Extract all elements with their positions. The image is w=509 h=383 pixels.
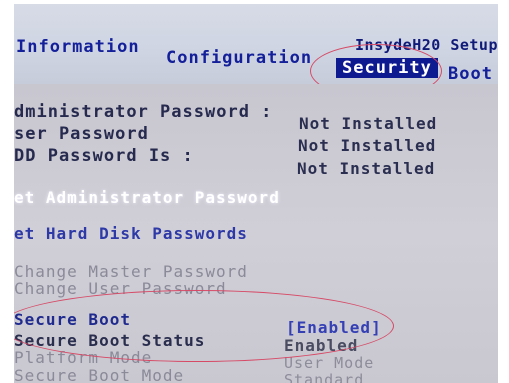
secure-boot-mode-label: Secure Boot Mode xyxy=(14,366,185,383)
platform-mode-value: User Mode xyxy=(284,354,375,372)
user-password-label: ser Password xyxy=(14,124,149,144)
set-admin-password-item[interactable]: et Administrator Password xyxy=(14,188,280,207)
bios-brand: InsydeH20 Setup xyxy=(355,36,498,54)
hdd-password-label: DD Password Is : xyxy=(14,146,194,166)
admin-password-label: dministrator Password : xyxy=(14,102,273,122)
tab-information[interactable]: Information xyxy=(16,37,140,57)
secure-boot-item[interactable]: Secure Boot xyxy=(14,310,131,329)
secure-boot-status-value: Enabled xyxy=(284,336,359,355)
bios-menu-bar: InsydeH20 Setup Information Configuratio… xyxy=(14,4,498,84)
admin-password-value: Not Installed xyxy=(299,114,438,133)
tab-security[interactable]: Security xyxy=(336,58,438,78)
secure-boot-mode-value: Standard xyxy=(284,371,365,383)
hdd-password-value: Not Installed xyxy=(297,159,436,178)
bios-screen-photo: InsydeH20 Setup Information Configuratio… xyxy=(14,4,498,383)
change-user-password-item[interactable]: Change User Password xyxy=(14,279,227,298)
platform-mode-label: Platform Mode xyxy=(14,348,153,367)
tab-boot[interactable]: Boot xyxy=(448,64,493,84)
tab-configuration[interactable]: Configuration xyxy=(166,48,312,68)
user-password-value: Not Installed xyxy=(298,136,437,155)
security-panel: dministrator Password : ser Password DD … xyxy=(14,84,498,383)
secure-boot-value[interactable]: [Enabled] xyxy=(286,318,382,337)
set-hdd-passwords-item[interactable]: et Hard Disk Passwords xyxy=(14,224,248,243)
